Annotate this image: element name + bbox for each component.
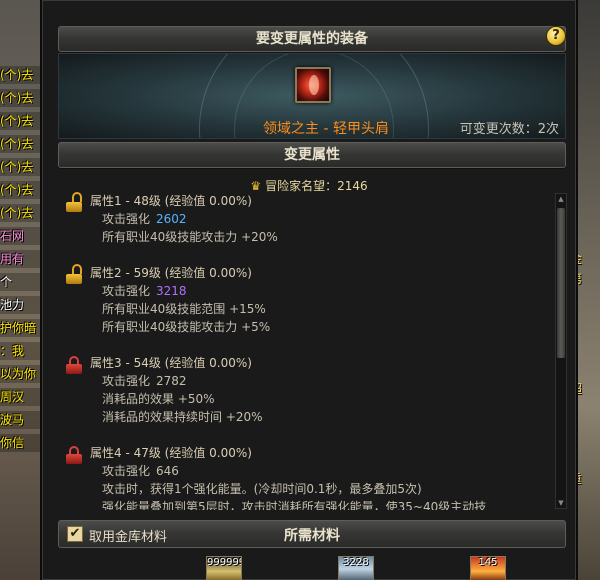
attribute-line: 消耗品的效果 +50% <box>102 392 215 406</box>
equipment-name: 领域之主 - 轻甲头肩 <box>263 121 389 137</box>
crystal-material-icon[interactable]: 3228 <box>338 556 374 580</box>
attribute-title: 属性1 - 48级 (经验值 0.00%) <box>90 194 252 208</box>
attribute-title: 属性3 - 54级 (经验值 0.00%) <box>90 356 252 370</box>
unlocked-icon[interactable] <box>66 192 82 212</box>
gold-material-icon[interactable]: 9999999 <box>206 556 242 580</box>
attribute-line: 所有职业40级技能攻击力 +20% <box>102 230 278 244</box>
attribute-line: 所有职业40级技能范围 +15% <box>102 302 266 316</box>
attribute-value: 2602 <box>156 212 187 226</box>
fire-material-icon[interactable]: 145 <box>470 556 506 580</box>
change-attribute-header: 变更属性 <box>58 142 566 168</box>
fame-crest-icon: ♛ <box>250 179 262 193</box>
attribute-line: 强化能量叠加到第5层时，攻击时消耗所有强化能量，使35~40级主动技 <box>102 500 487 510</box>
attribute-title: 属性2 - 59级 (经验值 0.00%) <box>90 266 252 280</box>
change-count-text: 可变更次数：2次 <box>459 122 559 137</box>
attribute-line: 攻击强化 2602 <box>102 212 187 226</box>
attribute-line: 攻击强化 2782 <box>102 374 187 388</box>
material-count: 145 <box>478 557 498 568</box>
material-count: 9999999 <box>207 557 241 568</box>
help-button[interactable]: ? <box>546 26 566 46</box>
attribute-line: 所有职业40级技能攻击力 +5% <box>102 320 271 334</box>
equipment-display: 领域之主 - 轻甲头肩 可变更次数：2次 <box>58 53 566 139</box>
material-count: 3228 <box>343 557 369 568</box>
attribute-change-panel: 要变更属性的装备 ? 领域之主 - 轻甲头肩 可变更次数：2次 变更属性 ♛ 冒险… <box>40 0 578 580</box>
attribute-line: 消耗品的效果持续时间 +20% <box>102 410 263 424</box>
locked-icon[interactable] <box>66 446 82 464</box>
attribute-line: 攻击时，获得1个强化能量。(冷却时间0.1秒，最多叠加5次) <box>102 482 422 496</box>
scrollbar-thumb[interactable] <box>557 208 565 358</box>
attribute-title: 属性4 - 47级 (经验值 0.00%) <box>90 446 252 460</box>
panel-title: 要变更属性的装备 <box>58 26 566 52</box>
shoulder-armor-icon[interactable] <box>295 67 331 103</box>
unlocked-icon[interactable] <box>66 264 82 284</box>
scroll-up-icon[interactable]: ▲ <box>557 195 565 203</box>
locked-icon[interactable] <box>66 356 82 374</box>
attribute-value: 2782 <box>156 374 187 388</box>
attribute-line: 攻击强化 3218 <box>102 284 187 298</box>
attribute-scrollbar[interactable]: ▲ ▼ <box>555 193 567 509</box>
attribute-line: 攻击强化 646 <box>102 464 179 478</box>
required-materials-title: 所需材料 <box>284 528 340 544</box>
fame-text: 冒险家名望：2146 <box>265 179 368 193</box>
attribute-value: 646 <box>156 464 179 478</box>
attribute-value: 3218 <box>156 284 187 298</box>
attribute-list: 属性1 - 48级 (经验值 0.00%) 攻击强化 2602 所有职业40级技能攻击… <box>58 192 552 510</box>
materials-header: ✔ 取用金库材料 所需材料 <box>58 520 566 548</box>
scroll-down-icon[interactable]: ▼ <box>557 499 565 507</box>
